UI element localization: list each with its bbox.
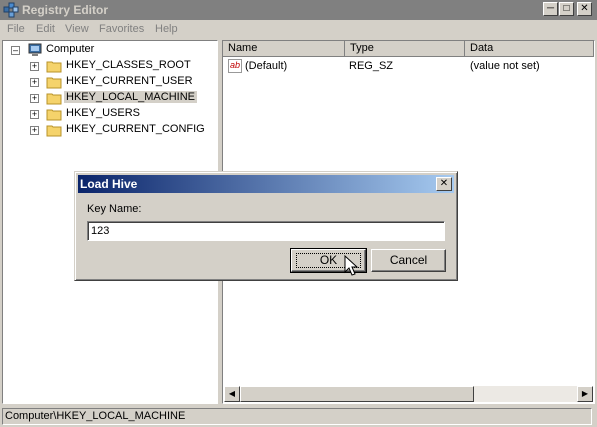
tree-label-hkcc: HKEY_CURRENT_CONFIG <box>66 123 205 135</box>
folder-icon <box>46 77 62 89</box>
horizontal-scrollbar[interactable]: ◀ ▶ <box>224 386 593 402</box>
minimize-button[interactable]: ─ <box>543 2 558 16</box>
expand-icon[interactable]: + <box>30 110 39 119</box>
mouse-cursor-icon <box>344 255 359 276</box>
value-data: (value not set) <box>470 60 540 72</box>
window-titlebar[interactable]: Registry Editor ─ □ ✕ <box>0 0 597 20</box>
status-bar: Computer\HKEY_LOCAL_MACHINE <box>0 406 597 427</box>
column-header-type[interactable]: Type <box>345 41 465 57</box>
status-path: Computer\HKEY_LOCAL_MACHINE <box>2 408 592 425</box>
dialog-titlebar[interactable]: Load Hive ✕ <box>78 175 454 193</box>
dialog-title: Load Hive <box>80 177 138 191</box>
column-header-data[interactable]: Data <box>465 41 594 57</box>
tree-label-hklm: HKEY_LOCAL_MACHINE <box>64 91 197 103</box>
value-name: (Default) <box>245 60 288 72</box>
folder-icon <box>46 93 62 105</box>
maximize-icon: □ <box>563 3 570 14</box>
arrow-left-icon: ◀ <box>228 389 236 398</box>
folder-icon <box>46 61 62 73</box>
menu-view[interactable]: View <box>65 23 89 35</box>
tree-label-hku: HKEY_USERS <box>66 107 140 119</box>
expand-icon[interactable]: + <box>30 126 39 135</box>
tree-item-hkcr[interactable]: + HKEY_CLASSES_ROOT <box>3 58 213 74</box>
tree-label-computer: Computer <box>46 43 95 55</box>
folder-icon <box>46 109 62 121</box>
window-title: Registry Editor <box>22 3 109 17</box>
menu-favorites[interactable]: Favorites <box>99 23 144 35</box>
tree-item-hku[interactable]: + HKEY_USERS <box>3 106 213 122</box>
menu-edit[interactable]: Edit <box>36 23 55 35</box>
tree-label-hkcu: HKEY_CURRENT_USER <box>66 75 193 87</box>
tree-item-computer[interactable]: – Computer <box>3 42 213 58</box>
scroll-left-button[interactable]: ◀ <box>224 386 240 402</box>
folder-icon <box>46 125 62 137</box>
menu-help[interactable]: Help <box>155 23 178 35</box>
tree-item-hklm[interactable]: + HKEY_LOCAL_MACHINE <box>3 90 213 106</box>
maximize-button[interactable]: □ <box>559 2 574 16</box>
menu-file[interactable]: File <box>7 23 25 35</box>
column-header-name[interactable]: Name <box>223 41 345 57</box>
cancel-button[interactable]: Cancel <box>371 249 446 272</box>
tree-item-hkcc[interactable]: + HKEY_CURRENT_CONFIG <box>3 122 213 138</box>
close-icon: ✕ <box>439 178 449 189</box>
key-name-label: Key Name: <box>87 203 142 215</box>
arrow-right-icon: ▶ <box>581 389 589 398</box>
tree-item-hkcu[interactable]: + HKEY_CURRENT_USER <box>3 74 213 90</box>
expand-icon[interactable]: + <box>30 78 39 87</box>
cancel-button-label: Cancel <box>389 253 428 267</box>
load-hive-dialog[interactable]: Load Hive ✕ Key Name: OK Cancel <box>74 171 458 281</box>
tree-label-hkcr: HKEY_CLASSES_ROOT <box>66 59 191 71</box>
value-type: REG_SZ <box>349 60 394 72</box>
minimize-icon: ─ <box>546 3 555 14</box>
expand-icon[interactable]: + <box>30 94 39 103</box>
close-icon: ✕ <box>580 3 589 14</box>
close-button[interactable]: ✕ <box>577 2 592 16</box>
registry-editor-icon <box>3 2 19 18</box>
scroll-right-button[interactable]: ▶ <box>577 386 593 402</box>
dialog-close-button[interactable]: ✕ <box>436 177 452 191</box>
menu-bar: File Edit View Favorites Help <box>0 20 597 39</box>
key-name-input[interactable] <box>87 221 445 241</box>
computer-icon <box>28 43 42 56</box>
string-value-icon: ab <box>228 59 242 73</box>
expand-icon[interactable]: + <box>30 62 39 71</box>
scroll-thumb[interactable] <box>240 386 474 402</box>
collapse-icon[interactable]: – <box>11 46 20 55</box>
